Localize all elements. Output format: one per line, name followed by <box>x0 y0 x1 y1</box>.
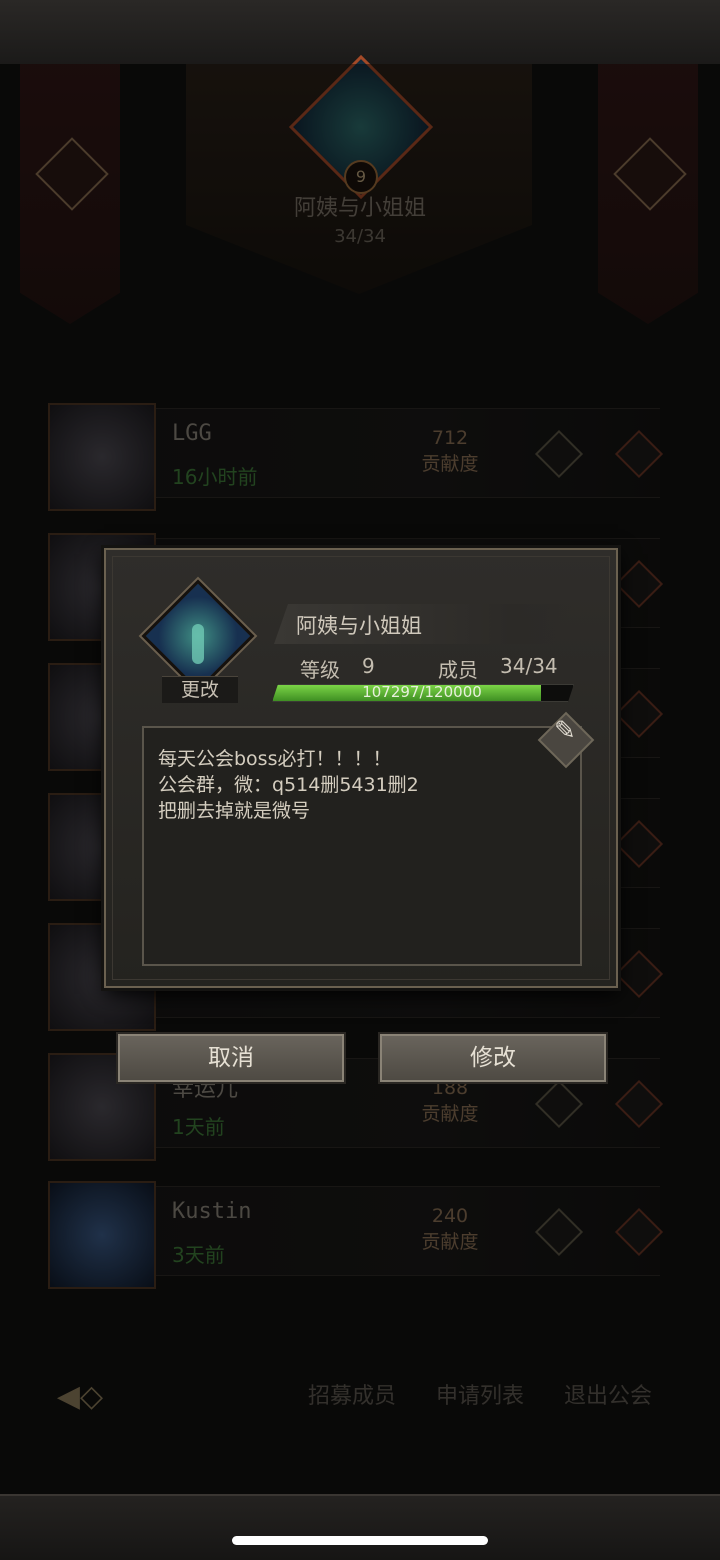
notice-line: 把删去掉就是微号 <box>158 800 311 822</box>
notice-line: 公会群，微：q514删5431删2 <box>158 774 419 796</box>
members-label: 成员 <box>438 658 478 682</box>
guild-edit-dialog: 更改 阿姨与小姐姐 等级 9 成员 34/34 107297/120000 每天… <box>104 548 618 988</box>
members-value: 34/34 <box>500 654 558 678</box>
guild-name: 阿姨与小姐姐 <box>296 614 422 638</box>
quill-icon: ✎ <box>554 716 576 746</box>
change-emblem-button[interactable]: 更改 <box>162 676 238 703</box>
modify-button[interactable]: 修改 <box>378 1032 608 1084</box>
xp-progress-text: 107297/120000 <box>362 683 482 701</box>
home-indicator[interactable] <box>232 1536 488 1545</box>
notice-line: 每天公会boss必打！！！！ <box>158 748 392 770</box>
bottom-frame <box>0 1494 720 1560</box>
level-label: 等级 <box>300 658 340 682</box>
scales-figure-icon <box>192 624 204 664</box>
cancel-button[interactable]: 取消 <box>116 1032 346 1084</box>
level-value: 9 <box>362 654 375 678</box>
